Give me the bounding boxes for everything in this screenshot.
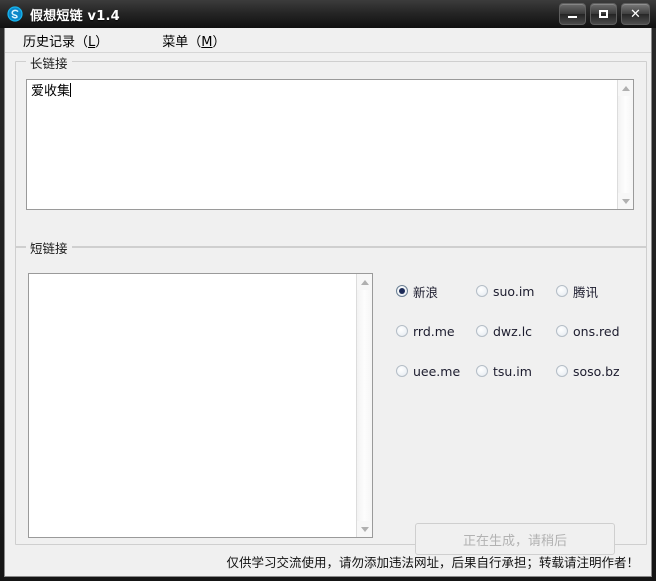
menu-item-history[interactable]: 历史记录（L） bbox=[11, 29, 120, 52]
long-link-input[interactable]: 爱收集 bbox=[26, 79, 634, 210]
app-window: 假想短链 v1.4 ✕ 历史记录（L） 菜单（M） 长链接 爱收集 短链接 新浪… bbox=[0, 0, 656, 581]
short-link-scrollbar[interactable] bbox=[356, 274, 372, 537]
chevron-down-icon bbox=[360, 526, 369, 532]
maximize-icon bbox=[599, 10, 608, 18]
short-link-group-title: 短链接 bbox=[26, 238, 72, 257]
radio-mark-icon bbox=[396, 285, 408, 297]
radio-provider-sina[interactable]: 新浪 bbox=[396, 271, 476, 311]
radio-mark-icon bbox=[556, 325, 568, 337]
radio-provider-rrd-me[interactable]: rrd.me bbox=[396, 311, 476, 351]
long-link-scrollbar[interactable] bbox=[617, 80, 633, 209]
radio-provider-dwz-lc[interactable]: dwz.lc bbox=[476, 311, 556, 351]
provider-radio-group: 新浪 suo.im 腾讯 rrd.me dwz.lc ons.red uee.m… bbox=[396, 271, 636, 391]
scroll-track[interactable] bbox=[617, 96, 633, 193]
short-link-output[interactable] bbox=[28, 273, 373, 538]
radio-label: 新浪 bbox=[413, 284, 439, 300]
window-controls: ✕ bbox=[559, 3, 650, 25]
close-icon: ✕ bbox=[630, 6, 641, 22]
long-link-value: 爱收集 bbox=[31, 84, 71, 99]
radio-provider-tsu-im[interactable]: tsu.im bbox=[476, 351, 556, 391]
radio-label: uee.me bbox=[413, 363, 461, 379]
long-link-group: 长链接 爱收集 bbox=[15, 53, 647, 248]
maximize-button[interactable] bbox=[590, 3, 617, 25]
radio-label: rrd.me bbox=[413, 323, 455, 339]
radio-mark-icon bbox=[396, 325, 408, 337]
radio-provider-suo-im[interactable]: suo.im bbox=[476, 271, 556, 311]
menu-item-menu[interactable]: 菜单（M） bbox=[150, 29, 237, 52]
minimize-button[interactable] bbox=[559, 3, 586, 25]
scroll-down-button[interactable] bbox=[357, 521, 373, 537]
scroll-up-button[interactable] bbox=[357, 274, 373, 290]
menu-item-history-tail: ） bbox=[95, 34, 109, 50]
menu-item-menu-label: 菜单（ bbox=[162, 34, 202, 50]
footer-bar: 仅供学习交流使用，请勿添加违法网址，后果自行承担；转载请注明作者！ bbox=[5, 547, 651, 575]
short-link-text[interactable] bbox=[29, 274, 356, 537]
radio-mark-icon bbox=[476, 325, 488, 337]
title-bar: 假想短链 v1.4 ✕ bbox=[0, 0, 656, 28]
radio-label: soso.bz bbox=[573, 363, 620, 379]
radio-mark-icon bbox=[476, 285, 488, 297]
text-caret bbox=[70, 83, 72, 97]
scroll-up-button[interactable] bbox=[618, 80, 634, 96]
radio-label: tsu.im bbox=[493, 363, 532, 379]
radio-provider-soso-bz[interactable]: soso.bz bbox=[556, 351, 636, 391]
minimize-icon bbox=[568, 15, 577, 18]
menu-item-menu-accel: M bbox=[201, 34, 213, 50]
menu-bar: 历史记录（L） 菜单（M） bbox=[5, 28, 651, 53]
radio-label: ons.red bbox=[573, 323, 620, 339]
generate-button-label: 正在生成，请稍后 bbox=[462, 533, 567, 549]
menu-item-menu-tail: ） bbox=[212, 34, 226, 50]
scroll-track[interactable] bbox=[356, 290, 372, 521]
radio-mark-icon bbox=[396, 365, 408, 377]
client-area: 历史记录（L） 菜单（M） 长链接 爱收集 短链接 新浪 suo.im 腾讯 r… bbox=[4, 28, 652, 577]
chevron-up-icon bbox=[360, 279, 369, 285]
close-button[interactable]: ✕ bbox=[621, 3, 650, 25]
radio-label: 腾讯 bbox=[573, 284, 599, 300]
radio-provider-uee-me[interactable]: uee.me bbox=[396, 351, 476, 391]
long-link-group-title: 长链接 bbox=[26, 53, 72, 72]
radio-label: dwz.lc bbox=[493, 323, 533, 339]
footer-disclaimer: 仅供学习交流使用，请勿添加违法网址，后果自行承担；转载请注明作者！ bbox=[226, 554, 639, 570]
chevron-down-icon bbox=[621, 198, 630, 204]
radio-label: suo.im bbox=[493, 283, 535, 299]
radio-provider-ons-red[interactable]: ons.red bbox=[556, 311, 636, 351]
long-link-text[interactable]: 爱收集 bbox=[27, 80, 617, 209]
link-circle-icon bbox=[7, 6, 23, 22]
radio-mark-icon bbox=[556, 285, 568, 297]
short-link-group: 短链接 新浪 suo.im 腾讯 rrd.me dwz.lc ons.red u… bbox=[15, 238, 647, 545]
radio-mark-icon bbox=[476, 365, 488, 377]
scroll-down-button[interactable] bbox=[618, 193, 634, 209]
menu-item-history-label: 历史记录（ bbox=[23, 34, 89, 50]
chevron-up-icon bbox=[621, 85, 630, 91]
radio-provider-tencent[interactable]: 腾讯 bbox=[556, 271, 636, 311]
window-title: 假想短链 v1.4 bbox=[30, 8, 120, 24]
radio-mark-icon bbox=[556, 365, 568, 377]
